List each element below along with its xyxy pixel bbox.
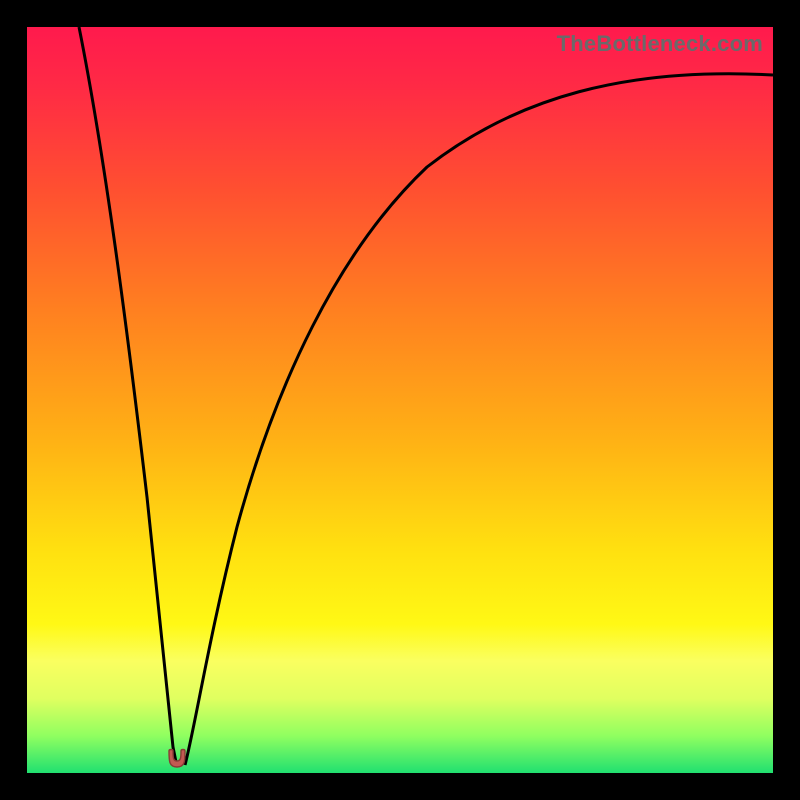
frame: TheBottleneck.com [0,0,800,800]
curve-right-branch [185,74,773,765]
plot-area: TheBottleneck.com [27,27,773,773]
curve-left-branch [79,27,177,767]
bottleneck-curve [27,27,773,773]
